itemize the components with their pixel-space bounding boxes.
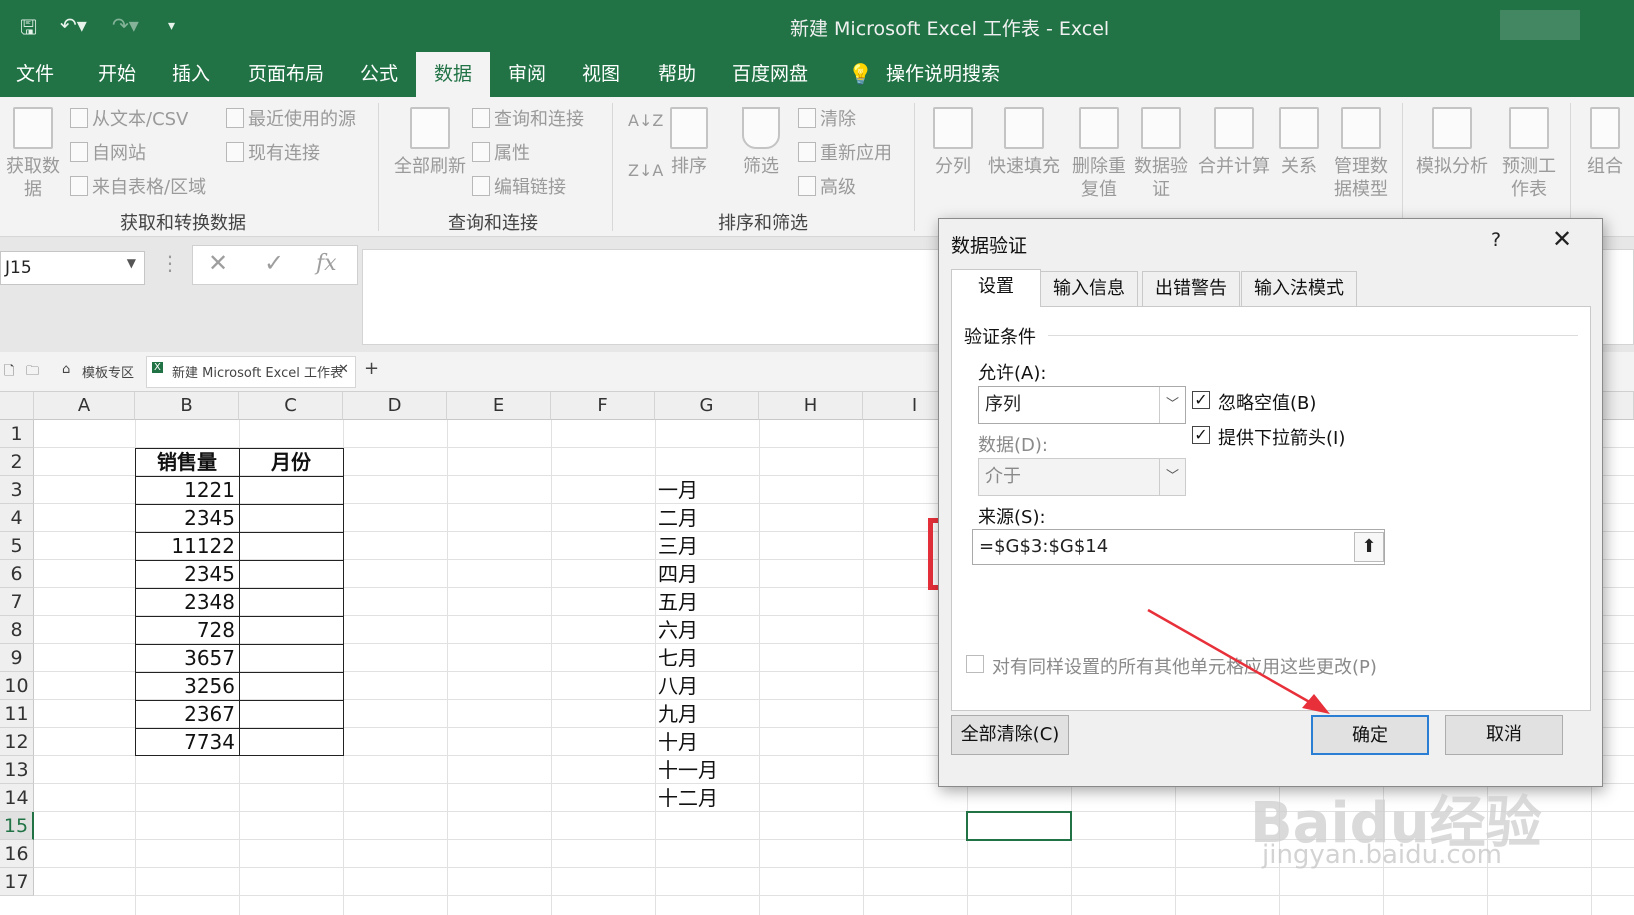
arrow-head: [1302, 694, 1330, 714]
arrow-line: [1147, 608, 1321, 710]
tab-settings[interactable]: 设置: [951, 269, 1041, 307]
baidu-watermark-url: jingyan.baidu.com: [1262, 840, 1502, 870]
